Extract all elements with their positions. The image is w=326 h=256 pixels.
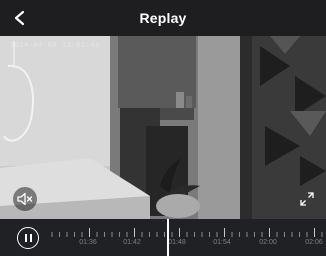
speaker-muted-icon [17,192,33,206]
timeline-label: 02:00 [259,239,277,246]
pause-button[interactable] [17,227,39,249]
playhead[interactable] [167,219,169,256]
back-button[interactable] [8,6,32,30]
video-timestamp: 2024-04-08 13:01:41 [10,41,100,49]
playback-controls: 01:36 01:42 01:48 01:54 02:00 02:06 [0,219,326,256]
pause-icon [23,234,33,242]
timeline-label: 01:42 [123,239,141,246]
timeline-scrubber[interactable]: 01:36 01:42 01:48 01:54 02:00 02:06 [50,219,326,256]
fullscreen-icon [300,192,314,206]
timeline-label: 01:48 [168,239,186,246]
timeline-label: 01:36 [79,239,97,246]
chevron-left-icon [14,10,25,26]
timeline-label: 02:06 [305,239,323,246]
camera-frame [0,36,326,219]
video-player[interactable]: 2024-04-08 13:01:41 [0,36,326,219]
timeline-ticks [51,228,323,237]
fullscreen-button[interactable] [296,188,318,210]
top-bar: Replay [0,0,326,36]
mute-button[interactable] [13,187,37,211]
timeline-label: 01:54 [213,239,231,246]
page-title: Replay [139,10,187,26]
